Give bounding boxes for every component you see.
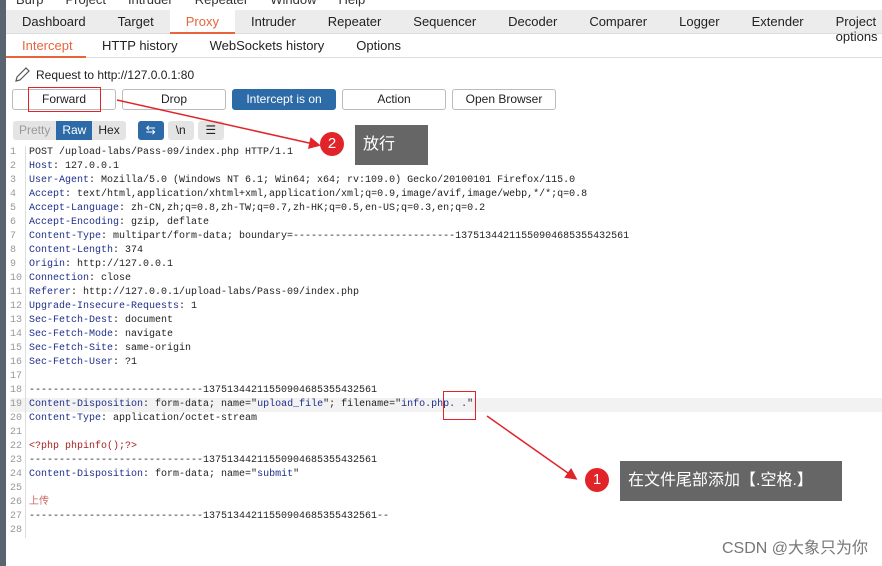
step-2-callout: 放行: [355, 125, 428, 165]
arrow-to-filename: [486, 415, 578, 480]
arrow-to-forward: [116, 99, 321, 149]
watermark: CSDN @大象只为你: [721, 540, 868, 557]
step-1-callout: 在文件尾部添加【.空格.】: [620, 461, 842, 501]
forward-highlight-box: [28, 87, 101, 112]
filename-highlight-box: [443, 391, 476, 420]
step-2-badge: 2: [320, 132, 344, 156]
step-1-badge: 1: [585, 468, 609, 492]
